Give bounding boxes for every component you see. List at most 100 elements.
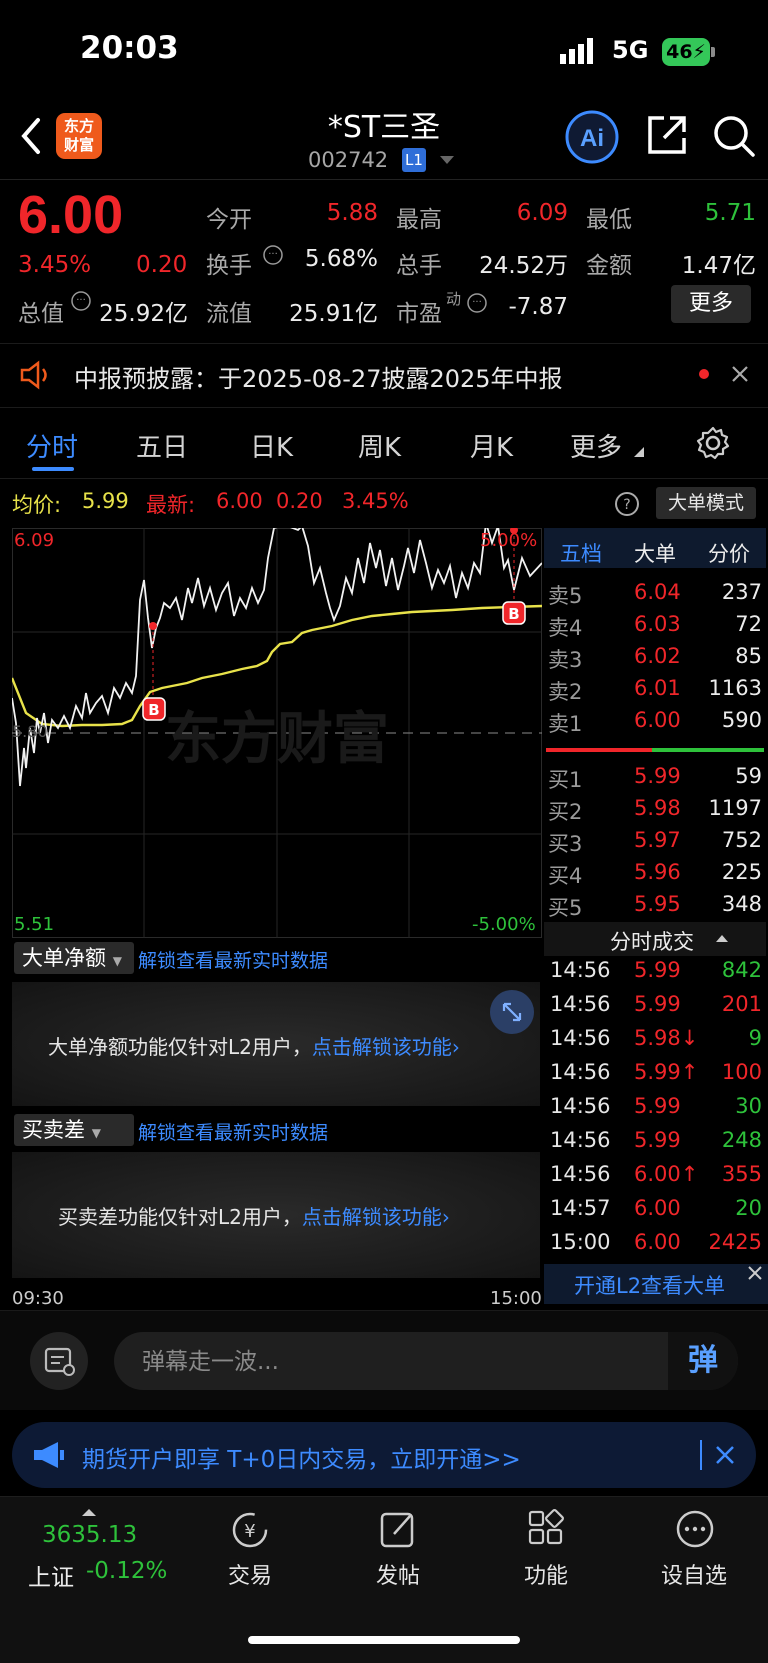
y-axis-top: 6.09: [14, 530, 55, 551]
share-icon[interactable]: [646, 114, 688, 156]
bid-price: 5.99: [634, 764, 681, 788]
net-unlock-button[interactable]: 点击解锁该功能›: [312, 1035, 460, 1059]
latest-value: 6.00: [216, 489, 263, 513]
close-icon[interactable]: [730, 364, 750, 384]
pct-axis-top: 5.00%: [480, 530, 538, 551]
diff-unlock-link[interactable]: 解锁查看最新实时数据: [138, 1118, 328, 1145]
l2-banner-text[interactable]: 开通L2查看大单: [574, 1270, 725, 1300]
tick-price: 5.99: [634, 1094, 681, 1118]
ask-volume: 72: [735, 612, 762, 636]
change-percent: 3.45%: [18, 252, 92, 278]
time-axis-end: 15:00: [490, 1288, 542, 1309]
battery-level: 46: [666, 41, 693, 63]
info-dots-icon[interactable]: ···: [466, 292, 488, 314]
net-unlock-link[interactable]: 解锁查看最新实时数据: [138, 946, 328, 973]
tick-volume: 9: [748, 1026, 762, 1050]
danmu-placeholder: 弹幕走一波...: [142, 1349, 279, 1375]
ad-text[interactable]: 期货开户即享 T+0日内交易，立即开通>>: [82, 1440, 521, 1474]
index-change[interactable]: -0.12%: [86, 1558, 167, 1584]
ask-label: 卖5: [548, 584, 583, 608]
gear-icon[interactable]: [696, 426, 730, 460]
ask-label: 卖3: [548, 648, 583, 672]
trade-icon[interactable]: ¥: [228, 1508, 272, 1552]
index-value[interactable]: 3635.13: [42, 1522, 137, 1548]
diff-unlock-button[interactable]: 点击解锁该功能›: [302, 1205, 450, 1229]
comment-toggle-icon[interactable]: [30, 1332, 88, 1390]
nav-watchlist[interactable]: 设自选: [634, 1558, 754, 1590]
tick-price: 5.98↓: [634, 1026, 699, 1050]
big-order-mode-button[interactable]: 大单模式: [656, 487, 756, 519]
help-icon[interactable]: ?: [614, 491, 640, 517]
tab-weekly-k[interactable]: 周K: [358, 427, 401, 464]
more-button[interactable]: 更多: [671, 285, 751, 323]
bid-price: 5.98: [634, 796, 681, 820]
stock-code[interactable]: 002742: [308, 148, 388, 172]
tick-time: 14:56: [550, 1060, 611, 1084]
tab-underline: [32, 467, 74, 471]
ai-assistant-icon[interactable]: Ai: [564, 109, 620, 165]
close-icon[interactable]: [714, 1444, 736, 1466]
ask-ratio-bar: [546, 748, 652, 752]
ask-price: 6.00: [634, 708, 681, 732]
info-dots-icon[interactable]: ···: [70, 290, 92, 312]
time-axis-start: 09:30: [12, 1288, 64, 1309]
tab-monthly-k[interactable]: 月K: [470, 427, 513, 464]
tick-volume: 248: [721, 1128, 762, 1152]
tab-more[interactable]: 更多: [570, 427, 622, 464]
tab-daily-k[interactable]: 日K: [250, 427, 293, 464]
tick-time: 14:56: [550, 958, 611, 982]
big-net-selector[interactable]: 大单净额 ▼: [14, 942, 134, 974]
post-icon[interactable]: [378, 1508, 418, 1552]
info-dots-icon[interactable]: ···: [262, 244, 284, 266]
index-name[interactable]: 上证: [28, 1558, 74, 1592]
ask-volume: 1163: [708, 676, 762, 700]
open-label: 今开: [206, 207, 252, 233]
svg-text:¥: ¥: [244, 1521, 255, 1542]
search-icon[interactable]: [712, 114, 756, 158]
megaphone-icon: [34, 1442, 64, 1468]
ask-volume: 590: [721, 708, 762, 732]
nav-trade[interactable]: 交易: [190, 1558, 310, 1590]
tab-five-day[interactable]: 五日: [136, 427, 188, 464]
intraday-chart[interactable]: 东方财富 B B: [12, 528, 542, 938]
svg-text:Ai: Ai: [580, 125, 604, 152]
tab-big-order[interactable]: 大单: [634, 538, 676, 568]
float-value: 25.91亿: [289, 301, 378, 327]
bid-label: 买1: [548, 768, 583, 792]
latest-label: 最新:: [146, 493, 196, 517]
nav-post[interactable]: 发帖: [338, 1558, 458, 1590]
diff-message: 买卖差功能仅针对L2用户，点击解锁该功能›: [58, 1201, 450, 1230]
function-grid-icon[interactable]: [526, 1508, 566, 1548]
tick-volume: 842: [721, 958, 762, 982]
tick-price: 5.99: [634, 1128, 681, 1152]
bid-volume: 752: [721, 828, 762, 852]
tick-volume: 355: [721, 1162, 762, 1186]
ask-price: 6.03: [634, 612, 681, 636]
current-price: 6.00: [18, 185, 124, 245]
chevron-down-icon[interactable]: [440, 156, 454, 166]
home-indicator[interactable]: [248, 1636, 520, 1644]
more-dots-icon[interactable]: [674, 1508, 716, 1550]
chevron-up-icon[interactable]: [716, 934, 728, 944]
bid-price: 5.96: [634, 860, 681, 884]
tick-volume: 100: [721, 1060, 762, 1084]
tick-time: 14:56: [550, 1094, 611, 1118]
signal-icon: [560, 38, 593, 64]
tab-intraday[interactable]: 分时: [26, 427, 78, 464]
expand-icon[interactable]: [490, 990, 534, 1034]
diff-msg-text: 买卖差功能仅针对L2用户，: [58, 1205, 302, 1229]
speaker-icon: [20, 360, 47, 390]
tab-five-level[interactable]: 五档: [560, 538, 602, 568]
turnover-label: 换手: [206, 253, 252, 279]
bid-price: 5.95: [634, 892, 681, 916]
danmu-send-button[interactable]: 弹: [668, 1332, 738, 1390]
buy-sell-diff-selector[interactable]: 买卖差 ▼: [14, 1114, 134, 1146]
ticks-title: 分时成交: [610, 930, 694, 954]
chevron-up-icon[interactable]: [82, 1508, 96, 1518]
nav-function[interactable]: 功能: [486, 1558, 606, 1590]
tab-price-dist[interactable]: 分价: [708, 538, 750, 568]
volume-value: 24.52万: [479, 253, 568, 279]
notice-text[interactable]: 中报预披露：于2025-08-27披露2025年中报: [74, 359, 563, 394]
close-icon[interactable]: [746, 1264, 764, 1282]
turnover-value: 5.68%: [304, 246, 378, 272]
